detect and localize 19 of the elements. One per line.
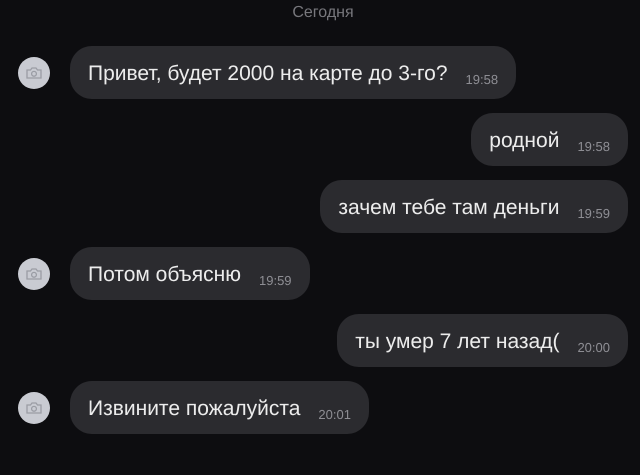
message-time: 19:59 <box>577 206 610 221</box>
avatar[interactable] <box>18 392 50 424</box>
message-time: 20:01 <box>318 407 351 422</box>
message-text: родной <box>489 128 560 154</box>
message-text: Извините пожалуйста <box>88 396 300 422</box>
message-time: 20:00 <box>577 340 610 355</box>
avatar[interactable] <box>18 57 50 89</box>
camera-icon <box>26 268 42 280</box>
date-separator: Сегодня <box>292 4 354 22</box>
message-time: 19:59 <box>259 273 292 288</box>
message-time: 19:58 <box>577 139 610 154</box>
avatar[interactable] <box>18 258 50 290</box>
message-text: зачем тебе там деньги <box>338 195 560 221</box>
camera-icon <box>26 67 42 79</box>
message-text: Привет, будет 2000 на карте до 3-го? <box>88 61 448 87</box>
message-text: Потом объясню <box>88 262 241 288</box>
message-text: ты умер 7 лет назад( <box>355 329 560 355</box>
message-time: 19:58 <box>466 72 498 87</box>
camera-icon <box>26 402 42 414</box>
